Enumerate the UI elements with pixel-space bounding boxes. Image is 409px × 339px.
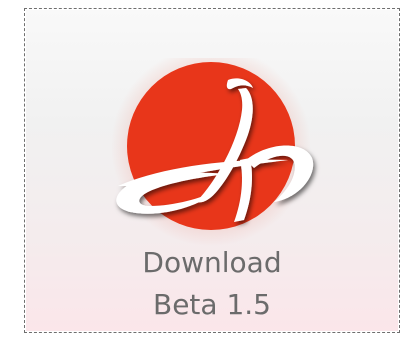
download-button[interactable]: Download Beta 1.5 xyxy=(24,8,400,333)
jp-logo-icon xyxy=(111,58,314,246)
download-card[interactable]: Download Beta 1.5 xyxy=(26,10,398,331)
download-label: Download xyxy=(142,246,282,279)
version-label: Beta 1.5 xyxy=(152,288,271,321)
logo-circle xyxy=(127,62,295,230)
